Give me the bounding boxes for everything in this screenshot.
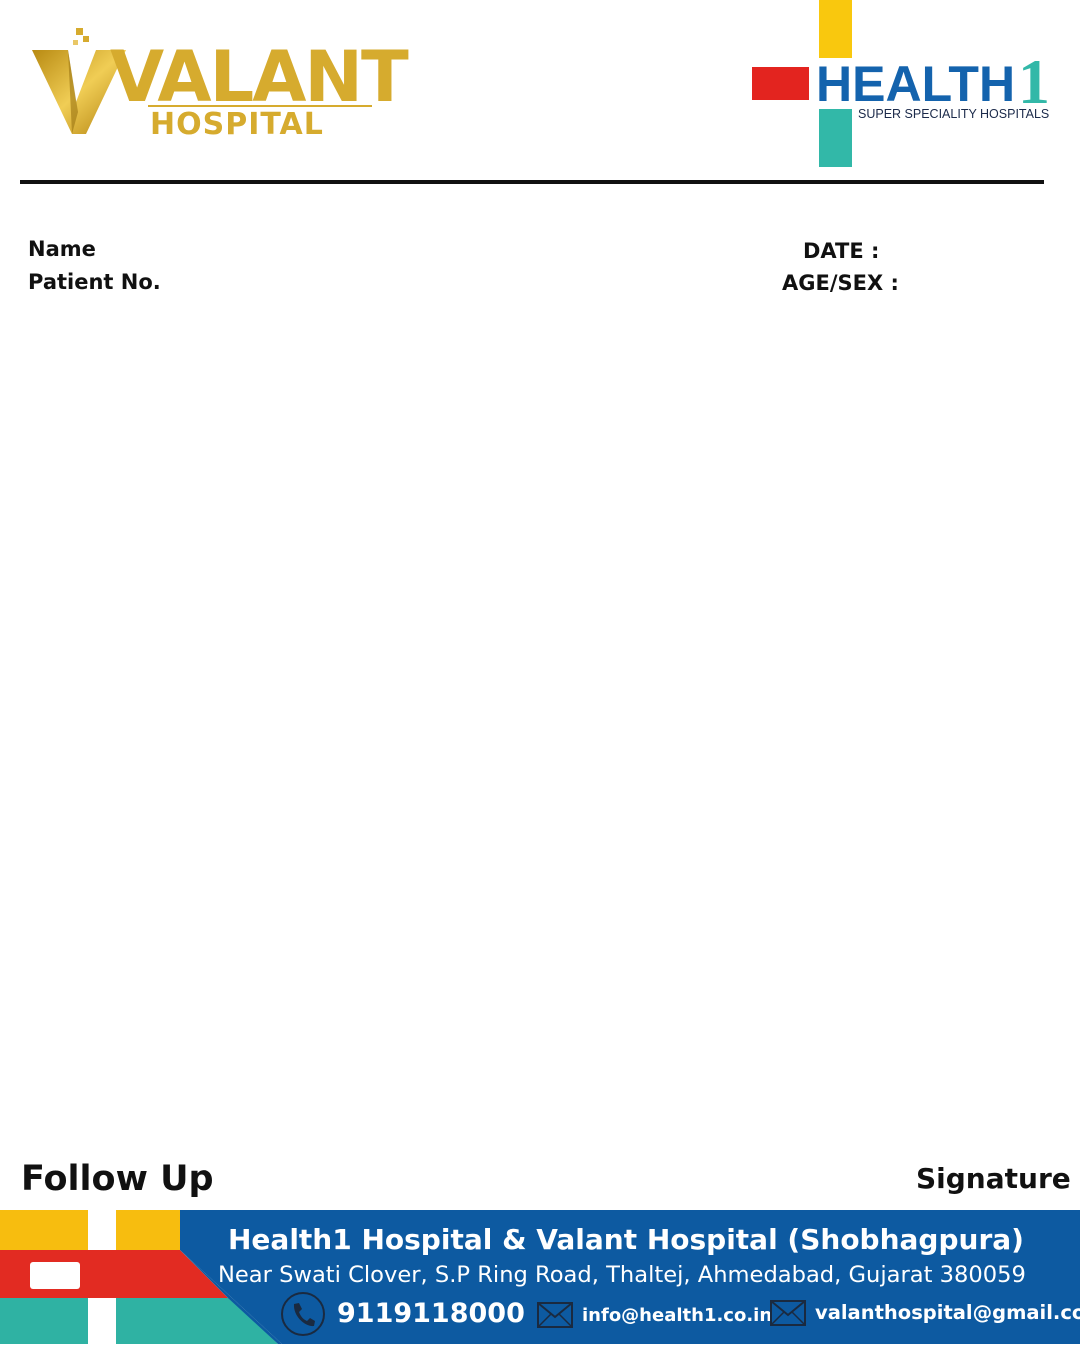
valant-subtitle: HOSPITAL xyxy=(150,107,324,142)
footer-phone: 9119118000 xyxy=(337,1298,525,1329)
name-label: Name xyxy=(28,237,96,261)
valant-hospital-logo: VALANT HOSPITAL xyxy=(28,24,409,154)
date-label: DATE : xyxy=(803,239,880,263)
age-sex-label: AGE/SEX : xyxy=(782,271,899,295)
footer-address: Near Swati Clover, S.P Ring Road, Thalte… xyxy=(218,1262,1026,1288)
patient-no-label: Patient No. xyxy=(28,270,161,294)
phone-icon xyxy=(281,1292,325,1336)
mail-icon xyxy=(537,1302,573,1328)
health1-number: 1 xyxy=(1018,46,1050,117)
mail-icon xyxy=(770,1300,806,1326)
health1-wordmark: HEALTH xyxy=(816,56,1016,112)
health1-tagline: SUPER SPECIALITY HOSPITALS xyxy=(858,107,1050,121)
footer-email-valant: valanthospital@gmail.com xyxy=(815,1301,1080,1324)
footer-title: Health1 Hospital & Valant Hospital (Shob… xyxy=(228,1223,1024,1256)
follow-up-label: Follow Up xyxy=(21,1159,214,1199)
footer-email-health1: info@health1.co.in xyxy=(582,1305,773,1326)
signature-label: Signature xyxy=(916,1162,1071,1195)
health1-logo: HEALTH 1 SUPER SPECIALITY HOSPITALS xyxy=(750,0,1060,170)
header-divider xyxy=(20,180,1044,184)
valant-wordmark: VALANT xyxy=(110,36,409,118)
footer-band: Health1 Hospital & Valant Hospital (Shob… xyxy=(0,1210,1080,1350)
